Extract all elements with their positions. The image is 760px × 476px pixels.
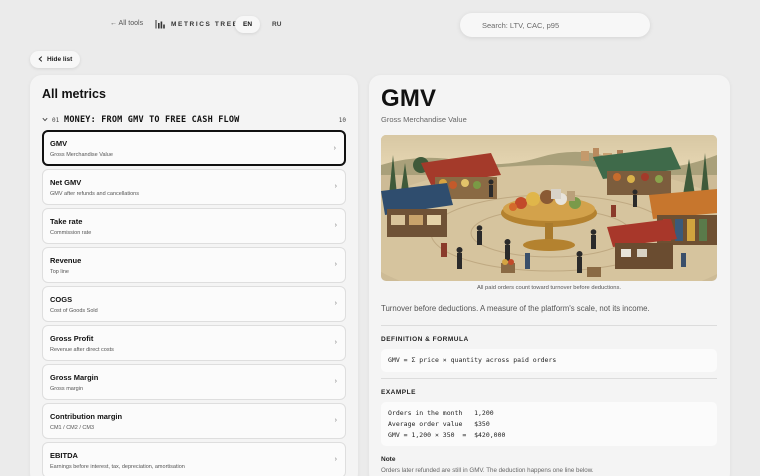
example-line: Average order value $350	[388, 420, 490, 428]
lang-ru-button[interactable]: RU	[264, 16, 289, 33]
language-switcher: EN RU	[235, 16, 289, 33]
metric-name: Net GMV	[50, 178, 82, 187]
example-line: Orders in the month 1,200	[388, 409, 494, 417]
detail-subtitle: Gross Merchandise Value	[381, 115, 467, 124]
metric-name: GMV	[50, 139, 68, 148]
brand[interactable]: METRICS TREE	[155, 19, 239, 29]
formula-line: GMV = Σ price × quantity across paid ord…	[388, 356, 557, 364]
hide-list-label: Hide list	[47, 56, 73, 63]
metric-item-cogs[interactable]: COGS Cost of Goods Sold ›	[42, 286, 346, 322]
search-box	[460, 13, 650, 37]
metric-subtitle: Commission rate	[50, 230, 92, 236]
chevron-down-icon	[42, 117, 52, 124]
example-box: Orders in the month 1,200 Average order …	[381, 402, 717, 446]
chevron-right-icon: ›	[334, 222, 337, 229]
metric-item-take-rate[interactable]: Take rate Commission rate ›	[42, 208, 346, 244]
chevron-right-icon: ›	[333, 145, 336, 152]
metric-name: Gross Margin	[50, 373, 99, 382]
metric-name: Contribution margin	[50, 412, 123, 421]
top-bar: ← All tools METRICS TREE EN RU	[0, 0, 760, 50]
example-label: EXAMPLE	[381, 389, 416, 396]
metric-name: Gross Profit	[50, 334, 94, 343]
all-tools-link[interactable]: ← All tools	[110, 20, 143, 27]
chevron-left-icon	[38, 55, 43, 64]
chevron-right-icon: ›	[334, 456, 337, 463]
group-number: 01	[52, 116, 60, 124]
chevron-right-icon: ›	[334, 339, 337, 346]
chevron-right-icon: ›	[334, 417, 337, 424]
metric-subtitle: Gross Merchandise Value	[50, 152, 113, 158]
metric-subtitle: Revenue after direct costs	[50, 347, 114, 353]
group-header-money[interactable]: 01 MONEY: FROM GMV TO FREE CASH FLOW 10	[42, 114, 346, 126]
metric-subtitle: Cost of Goods Sold	[50, 308, 98, 314]
group-count: 10	[338, 116, 346, 124]
metric-item-gmv[interactable]: GMV Gross Merchandise Value ›	[42, 130, 346, 166]
metric-detail-panel: GMV Gross Merchandise Value All paid ord…	[369, 75, 730, 476]
detail-title: GMV	[381, 85, 437, 112]
bar-chart-icon	[155, 19, 165, 29]
chevron-right-icon: ›	[334, 261, 337, 268]
metric-name: COGS	[50, 295, 73, 304]
metric-item-revenue[interactable]: Revenue Top line ›	[42, 247, 346, 283]
metric-name: EBITDA	[50, 451, 78, 460]
example-line: GMV = 1,200 × 350 = $420,000	[388, 431, 506, 439]
chevron-right-icon: ›	[334, 300, 337, 307]
search-input[interactable]	[460, 13, 650, 37]
metric-subtitle: GMV after refunds and cancellations	[50, 191, 139, 197]
metric-item-contribution-margin[interactable]: Contribution margin CM1 / CM2 / CM3 ›	[42, 403, 346, 439]
metric-name: Take rate	[50, 217, 83, 226]
image-caption: All paid orders count toward turnover be…	[476, 285, 622, 291]
note-title: Note	[381, 456, 396, 463]
note-text: Orders later refunded are still in GMV. …	[381, 467, 594, 474]
metrics-list-title: All metrics	[42, 87, 106, 101]
metric-name: Revenue	[50, 256, 82, 265]
metric-subtitle: Top line	[50, 269, 69, 275]
chevron-right-icon: ›	[334, 378, 337, 385]
metric-subtitle: CM1 / CM2 / CM3	[50, 425, 95, 431]
chevron-right-icon: ›	[334, 183, 337, 190]
formula-box: GMV = Σ price × quantity across paid ord…	[381, 349, 717, 372]
definition-label: DEFINITION & FORMULA	[381, 336, 469, 343]
lang-en-button[interactable]: EN	[235, 16, 261, 33]
metrics-list-panel: All metrics 01 MONEY: FROM GMV TO FREE C…	[30, 75, 358, 476]
divider	[381, 325, 717, 326]
group-title: MONEY: FROM GMV TO FREE CASH FLOW	[64, 115, 240, 125]
metric-item-ebitda[interactable]: EBITDA Earnings before interest, tax, de…	[42, 442, 346, 476]
brand-label: METRICS TREE	[171, 20, 239, 28]
metric-item-gross-profit[interactable]: Gross Profit Revenue after direct costs …	[42, 325, 346, 361]
metric-item-net-gmv[interactable]: Net GMV GMV after refunds and cancellati…	[42, 169, 346, 205]
metric-subtitle: Earnings before interest, tax, depreciat…	[50, 464, 185, 470]
divider	[381, 378, 717, 379]
metric-item-gross-margin[interactable]: Gross Margin Gross margin ›	[42, 364, 346, 400]
marketplace-illustration	[381, 135, 717, 281]
metric-subtitle: Gross margin	[50, 386, 84, 392]
hide-list-button[interactable]: Hide list	[30, 51, 81, 68]
lead-text: Turnover before deductions. A measure of…	[381, 304, 650, 313]
